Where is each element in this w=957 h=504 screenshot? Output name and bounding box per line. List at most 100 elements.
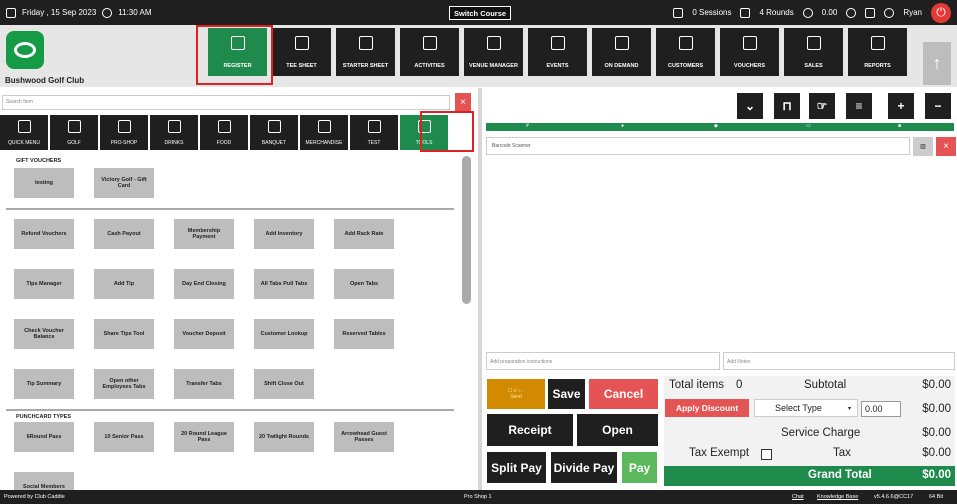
chevron-down-icon[interactable]: ⌄	[737, 93, 763, 119]
category-merchandise[interactable]: MERCHANDISE	[300, 115, 348, 150]
save-button[interactable]: Save	[548, 379, 585, 409]
nav-label: STARTER SHEET	[342, 63, 389, 69]
pay-button[interactable]: Pay	[622, 452, 657, 483]
remove-icon[interactable]: −	[925, 93, 951, 119]
chat-link[interactable]: Chat	[792, 494, 804, 500]
nav-tile-events[interactable]: EVENTS	[528, 28, 587, 76]
table-icon[interactable]: ⊓	[774, 93, 800, 119]
category-label: BANQUET	[261, 140, 287, 146]
nav-tile-starter-sheet[interactable]: STARTER SHEET	[336, 28, 395, 76]
item-button[interactable]: 20 Twilight Rounds	[254, 422, 314, 452]
hand-icon[interactable]: ☞	[809, 93, 835, 119]
item-button[interactable]: Add Tip	[94, 269, 154, 299]
item-button[interactable]: Open Tabs	[334, 269, 394, 299]
gear-icon[interactable]	[884, 7, 895, 18]
item-button[interactable]: Refund Vouchers	[14, 219, 74, 249]
power-icon[interactable]: ⏻	[931, 2, 951, 23]
powered-by: Powered by Club Caddie	[4, 494, 65, 500]
section-punchcard: PUNCHCARD TYPES	[16, 414, 72, 420]
split-pay-button[interactable]: Split Pay	[487, 452, 546, 483]
nav-tile-sales[interactable]: SALES	[784, 28, 843, 76]
item-button[interactable]: Victory Golf - Gift Card	[94, 168, 154, 198]
barcode-input[interactable]: Barcode Scanner	[486, 137, 910, 155]
tax-label: Tax	[833, 447, 851, 459]
category-drinks[interactable]: DRINKS	[150, 115, 198, 150]
category-banquet[interactable]: BANQUET	[250, 115, 298, 150]
switch-course-button[interactable]: Switch Course	[449, 6, 511, 20]
nav-tile-on-demand[interactable]: ON DEMAND	[592, 28, 651, 76]
item-button[interactable]: Customer Lookup	[254, 319, 314, 349]
knowledge-base-link[interactable]: Knowledge Base	[817, 494, 858, 500]
tax-exempt-label: Tax Exempt	[689, 447, 750, 459]
open-button[interactable]: Open	[577, 414, 658, 446]
category-quick-menu[interactable]: QUICK MENU	[0, 115, 48, 150]
item-button[interactable]: Shift Close Out	[254, 369, 314, 399]
category-label: GOLF	[67, 140, 81, 146]
nav-icon	[870, 36, 885, 50]
prep-instructions-input[interactable]: Add preparation instructions	[486, 352, 720, 370]
user-name[interactable]: Ryan	[903, 8, 922, 17]
item-button[interactable]: 20 Round League Pass	[174, 422, 234, 452]
divider	[6, 409, 454, 411]
send-button[interactable]: ☐ ≡ ⌂ ▫ Send	[487, 379, 545, 409]
tax-exempt-checkbox[interactable]	[761, 449, 772, 460]
nav-tile-customers[interactable]: CUSTOMERS	[656, 28, 715, 76]
nav-label: EVENTS	[546, 63, 569, 69]
item-button[interactable]: testing	[14, 168, 74, 198]
item-button[interactable]: Voucher Deposit	[174, 319, 234, 349]
barcode-icon[interactable]: ▥	[913, 137, 933, 156]
divider	[6, 208, 454, 210]
footer: Powered by Club Caddie Pro Shop 1 Chat K…	[0, 490, 957, 504]
nav-tile-venue-manager[interactable]: VENUE MANAGER	[464, 28, 523, 76]
nav-tile-tee-sheet[interactable]: TEE SHEET	[272, 28, 331, 76]
clear-search-button[interactable]: ×	[455, 93, 471, 111]
rounds-text[interactable]: 4 Rounds	[759, 8, 793, 17]
item-button[interactable]: All Tabs Pull Tabs	[254, 269, 314, 299]
item-button[interactable]: Arrowhead Guest Passes	[334, 422, 394, 452]
scrollbar[interactable]	[462, 156, 471, 304]
item-button[interactable]: Cash Payout	[94, 219, 154, 249]
nav-label: REPORTS	[864, 63, 891, 69]
item-button[interactable]: Tip Summary	[14, 369, 74, 399]
nav-tile-vouchers[interactable]: VOUCHERS	[720, 28, 779, 76]
category-test[interactable]: TEST	[350, 115, 398, 150]
receipt-button[interactable]: Receipt	[487, 414, 573, 446]
nav-label: CUSTOMERS	[667, 63, 704, 69]
cancel-button[interactable]: Cancel	[589, 379, 658, 409]
category-golf[interactable]: GOLF	[50, 115, 98, 150]
nav-icon	[806, 36, 821, 50]
item-button[interactable]: Transfer Tabs	[174, 369, 234, 399]
tax-value: $0.00	[922, 447, 951, 459]
barcode-clear-button[interactable]: ×	[936, 137, 956, 156]
sessions-icon[interactable]	[673, 7, 684, 18]
notes-input[interactable]: Add Notes	[723, 352, 955, 370]
item-button[interactable]: Add Inventory	[254, 219, 314, 249]
item-button[interactable]: Tips Manager	[14, 269, 74, 299]
add-icon[interactable]: +	[888, 93, 914, 119]
search-input[interactable]: Search Item	[2, 95, 450, 110]
item-button[interactable]: Reserved Tables	[334, 319, 394, 349]
collapse-up-button[interactable]: ↑	[923, 42, 951, 85]
divide-pay-button[interactable]: Divide Pay	[551, 452, 617, 483]
item-button[interactable]: 6Round Pass	[14, 422, 74, 452]
cart-icon[interactable]: ≡	[846, 93, 872, 119]
item-button[interactable]: 10 Senior Pass	[94, 422, 154, 452]
nav-tile-activities[interactable]: ACTIVITIES	[400, 28, 459, 76]
category-pro-shop[interactable]: PRO-SHOP	[100, 115, 148, 150]
golfer-icon[interactable]	[740, 7, 751, 18]
category-food[interactable]: FOOD	[200, 115, 248, 150]
header: Bushwood Golf Club REGISTER TEE SHEET STAR…	[0, 25, 957, 87]
totals-panel: Total items 0 Subtotal $0.00 Apply Disco…	[664, 376, 955, 486]
item-button[interactable]: Open other Employees Tabs	[94, 369, 154, 399]
nav-label: VOUCHERS	[733, 63, 766, 69]
item-button[interactable]: Membership Payment	[174, 219, 234, 249]
clock-icon[interactable]	[846, 7, 857, 18]
sessions-text[interactable]: 0 Sessions	[692, 8, 731, 17]
item-button[interactable]: Add Rack Rate	[334, 219, 394, 249]
lock-icon[interactable]	[865, 7, 876, 18]
item-button[interactable]: Share Tips Tool	[94, 319, 154, 349]
item-button[interactable]: Day End Closing	[174, 269, 234, 299]
nav-icon	[550, 36, 565, 50]
nav-tile-reports[interactable]: REPORTS	[848, 28, 907, 76]
item-button[interactable]: Check Voucher Balance	[14, 319, 74, 349]
